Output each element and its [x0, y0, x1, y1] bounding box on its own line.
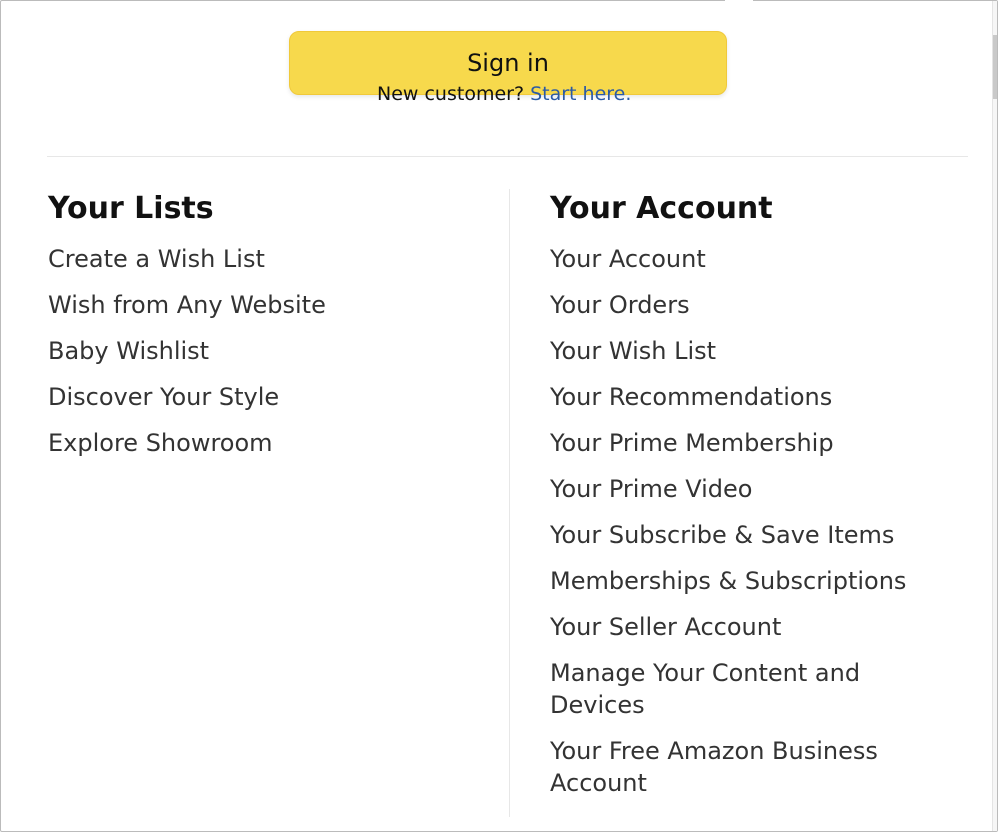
menu-item-your-prime-membership[interactable]: Your Prime Membership — [550, 427, 930, 459]
new-customer-text: New customer? — [377, 83, 525, 105]
divider — [47, 156, 968, 157]
your-account-column: Your Account Your Account Your Orders Yo… — [550, 189, 930, 813]
menu-item-manage-content-devices[interactable]: Manage Your Content and Devices — [550, 657, 930, 721]
your-account-menu: Your Account Your Orders Your Wish List … — [550, 243, 930, 799]
your-lists-column: Your Lists Create a Wish List Wish from … — [48, 189, 488, 473]
menu-item-wish-from-any-website[interactable]: Wish from Any Website — [48, 289, 488, 321]
menu-item-memberships-subscriptions[interactable]: Memberships & Subscriptions — [550, 565, 930, 597]
menu-item-discover-your-style[interactable]: Discover Your Style — [48, 381, 488, 413]
menu-item-your-seller-account[interactable]: Your Seller Account — [550, 611, 930, 643]
new-customer-prompt: New customer? Start here. — [377, 83, 631, 105]
your-account-heading: Your Account — [550, 191, 773, 226]
menu-item-your-prime-video[interactable]: Your Prime Video — [550, 473, 930, 505]
menu-item-your-recommendations[interactable]: Your Recommendations — [550, 381, 930, 413]
menu-item-your-orders[interactable]: Your Orders — [550, 289, 930, 321]
scrollbar[interactable] — [992, 1, 997, 831]
menu-item-your-wish-list[interactable]: Your Wish List — [550, 335, 930, 367]
menu-item-baby-wishlist[interactable]: Baby Wishlist — [48, 335, 488, 367]
menu-item-free-amazon-business-account[interactable]: Your Free Amazon Business Account — [550, 735, 930, 799]
your-lists-menu: Create a Wish List Wish from Any Website… — [48, 243, 488, 459]
your-lists-heading: Your Lists — [48, 191, 214, 226]
flyout-caret — [725, 0, 753, 3]
account-lists-flyout: Sign in New customer? Start here. Your L… — [0, 0, 998, 832]
menu-item-subscribe-save-items[interactable]: Your Subscribe & Save Items — [550, 519, 930, 551]
start-here-link[interactable]: Start here. — [530, 83, 631, 105]
menu-item-explore-showroom[interactable]: Explore Showroom — [48, 427, 488, 459]
menu-item-your-account[interactable]: Your Account — [550, 243, 930, 275]
column-divider — [509, 189, 510, 817]
scrollbar-thumb[interactable] — [993, 35, 997, 99]
menu-item-create-wish-list[interactable]: Create a Wish List — [48, 243, 488, 275]
